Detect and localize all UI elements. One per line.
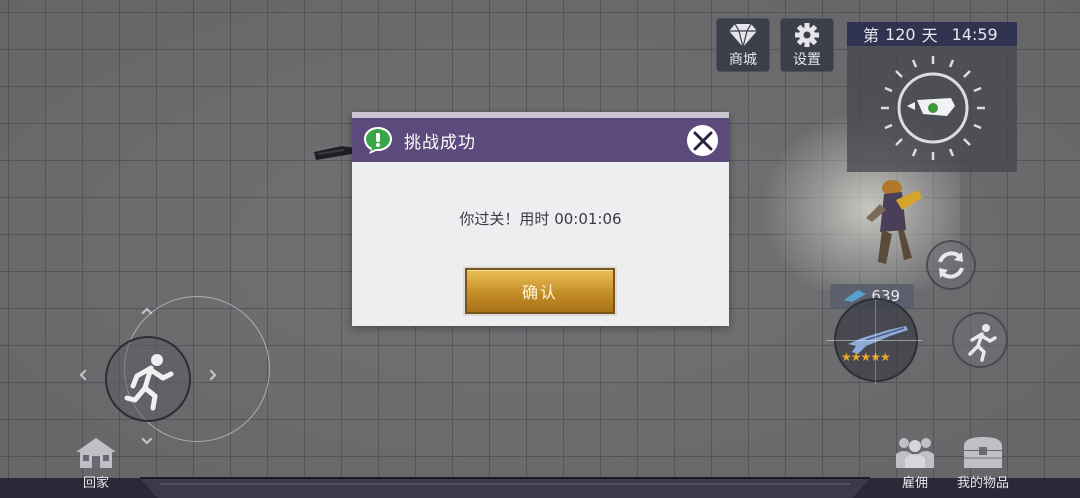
house-icon — [76, 438, 116, 468]
people-icon — [896, 438, 934, 468]
clock-time: 14:59 — [951, 24, 998, 44]
close-button[interactable] — [685, 123, 720, 158]
day-suffix: 天 — [921, 26, 938, 45]
confirm-button[interactable]: 确认 — [463, 266, 617, 316]
weapon-star-rating: ★★★★★ — [841, 350, 891, 364]
sprint-button[interactable] — [952, 312, 1008, 368]
day-prefix: 第 — [863, 26, 880, 45]
crosshair-line-vertical — [875, 300, 876, 384]
dialog-message: 你过关！用时 00:01:06 — [459, 210, 622, 228]
rifle-icon — [848, 326, 908, 354]
reload-button[interactable] — [926, 240, 976, 290]
minimap[interactable]: 第 120 天 14:59 — [847, 22, 1017, 172]
settings-button[interactable]: 设置 — [780, 18, 834, 72]
inventory-label: 我的物品 — [956, 476, 1009, 491]
home-button[interactable]: 回家 — [70, 434, 122, 491]
crosshair-line — [826, 340, 922, 341]
dialog-title: 挑战成功 — [404, 132, 476, 153]
exclamation-speech-icon — [364, 127, 392, 154]
home-label: 回家 — [82, 476, 109, 491]
reload-icon — [938, 251, 964, 279]
dialog-header: 挑战成功 — [352, 118, 729, 162]
joystick-up-arrow: ⌃ — [136, 304, 158, 334]
hire-button[interactable]: 雇佣 — [890, 434, 940, 491]
close-icon — [693, 131, 712, 150]
joystick-left-arrow: ⌃ — [75, 364, 106, 386]
running-man-icon — [124, 354, 174, 411]
chest-icon — [964, 437, 1002, 468]
inventory-button[interactable]: 我的物品 — [950, 434, 1016, 491]
player-character — [866, 180, 922, 264]
joystick-knob[interactable] — [105, 336, 191, 422]
shop-label: 商城 — [729, 51, 757, 68]
radar-icon — [881, 56, 985, 160]
day-number: 120 — [885, 24, 916, 44]
diamond-icon — [729, 23, 757, 47]
gear-icon — [795, 22, 819, 47]
day-time-bar: 第 120 天 14:59 — [847, 22, 1017, 46]
hire-label: 雇佣 — [901, 476, 928, 491]
settings-label: 设置 — [793, 51, 821, 68]
joystick-down-arrow: ⌃ — [136, 418, 158, 448]
challenge-success-dialog: 挑战成功 你过关！用时 00:01:06 确认 — [352, 112, 729, 326]
running-man-icon — [968, 324, 997, 362]
joystick-right-arrow: ⌃ — [189, 364, 220, 386]
shop-button[interactable]: 商城 — [716, 18, 770, 72]
